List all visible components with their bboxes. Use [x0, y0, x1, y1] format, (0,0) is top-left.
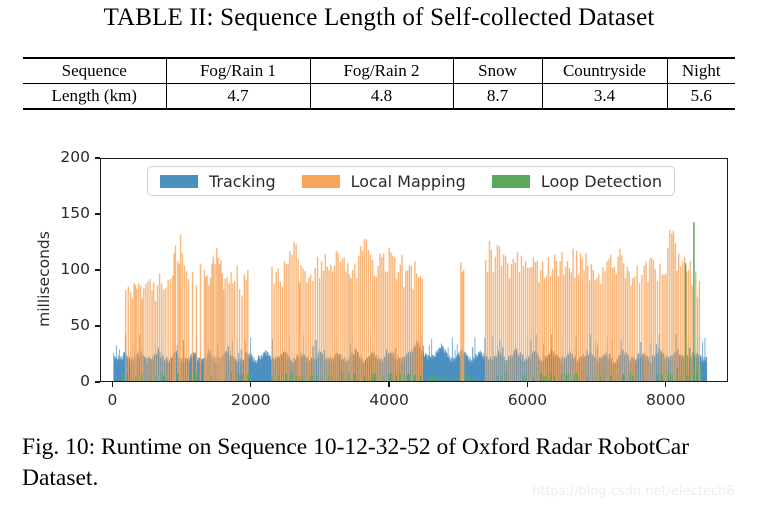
table-title: TABLE II: Sequence Length of Self-collec…	[103, 4, 655, 31]
y-tick-mark	[95, 157, 100, 159]
table-cell: 4.7	[165, 83, 311, 110]
table-cell: 8.7	[452, 83, 543, 110]
y-axis-label: milliseconds	[35, 231, 53, 327]
x-tick-mark	[111, 382, 114, 387]
table-cell: 5.6	[666, 83, 735, 110]
table-cell: 3.4	[541, 83, 668, 110]
table-cell: 4.8	[309, 83, 454, 110]
y-tick-mark	[95, 269, 100, 271]
legend-entry-local-mapping: Local Mapping	[301, 171, 466, 191]
legend-swatch-icon	[491, 174, 530, 188]
x-tick-mark	[665, 382, 667, 387]
x-tick-label: 4000	[369, 391, 409, 409]
y-tick-mark	[95, 381, 100, 383]
x-tick-label: 2000	[231, 391, 271, 409]
y-tick-mark	[95, 213, 100, 215]
legend-label: Tracking	[209, 171, 276, 191]
table-header-row: Sequence Fog/Rain 1 Fog/Rain 2 Snow Coun…	[23, 58, 735, 85]
runtime-chart: milliseconds Tracking Local Mapping Loop…	[0, 148, 758, 413]
x-tick-label: 8000	[646, 391, 686, 409]
legend-label: Loop Detection	[540, 171, 663, 191]
table-header-cell: Fog/Rain 2	[309, 58, 454, 85]
y-tick-label: 150	[60, 204, 90, 222]
x-tick-mark	[526, 382, 529, 387]
table-header-cell: Fog/Rain 1	[165, 58, 311, 85]
legend-entry-loop-detection: Loop Detection	[491, 171, 663, 191]
x-tick-label: 6000	[507, 391, 548, 409]
y-tick-label: 200	[60, 148, 90, 166]
table-row-label: Length (km)	[23, 83, 167, 110]
watermark: https://blog.csdn.net/electech6	[532, 484, 735, 499]
legend-label: Local Mapping	[350, 171, 466, 191]
sequence-length-table: Sequence Fog/Rain 1 Fog/Rain 2 Snow Coun…	[23, 57, 735, 110]
x-tick-mark	[250, 382, 252, 387]
legend-entry-tracking: Tracking	[160, 172, 276, 191]
chart-legend: Tracking Local Mapping Loop Detection	[147, 166, 676, 196]
table-header-cell: Sequence	[23, 58, 167, 85]
table-row: Length (km) 4.7 4.8 8.7 3.4 5.6	[23, 83, 735, 110]
table-header-cell: Countryside	[541, 58, 668, 85]
table-header-cell: Snow	[452, 58, 543, 85]
y-tick-mark	[95, 325, 100, 327]
legend-swatch-icon	[160, 174, 198, 188]
x-tick-label: 0	[107, 391, 118, 409]
legend-swatch-icon	[301, 174, 340, 188]
y-tick-label: 100	[60, 260, 90, 278]
y-tick-label: 0	[80, 372, 90, 390]
table-header-cell: Night	[666, 58, 735, 85]
x-tick-mark	[388, 382, 390, 387]
y-tick-label: 50	[70, 316, 90, 334]
